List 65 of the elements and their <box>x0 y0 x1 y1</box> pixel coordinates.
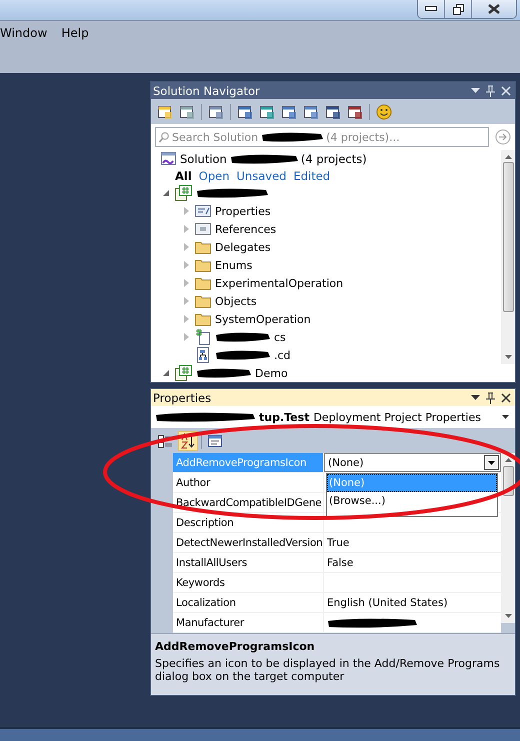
menu-item[interactable]: Help <box>61 25 89 41</box>
minimize-icon[interactable] <box>425 6 437 12</box>
tree-item[interactable]: cs <box>274 330 286 344</box>
solution-label[interactable]: Solution <box>180 152 227 166</box>
restore-icon[interactable] <box>452 4 464 14</box>
dropdown-arrow-icon[interactable] <box>488 460 495 464</box>
csharp-project-icon <box>175 185 192 201</box>
property-value: English (United States) <box>327 596 448 608</box>
solution-icon <box>161 150 177 166</box>
search-placeholder: (4 projects)... <box>326 130 400 144</box>
tree-item[interactable]: SystemOperation <box>215 312 311 326</box>
diagram-file-icon <box>195 347 211 363</box>
tree-item[interactable]: References <box>215 222 276 236</box>
property-name[interactable]: BackwardCompatibleIDGene <box>173 493 324 512</box>
property-value: True <box>327 536 350 548</box>
expanded-arrow-icon[interactable] <box>162 369 170 377</box>
dropdown-arrow-icon[interactable] <box>502 415 509 419</box>
property-name[interactable]: DetectNewerInstalledVersion <box>173 533 324 552</box>
tree-item[interactable]: Demo <box>255 366 288 380</box>
property-value: False <box>327 556 354 568</box>
redaction-mark <box>230 152 298 164</box>
smiley-icon[interactable] <box>376 104 392 120</box>
folder-icon <box>195 240 211 254</box>
filter-link[interactable]: All <box>175 168 192 182</box>
tree-item[interactable]: .cd <box>274 348 291 362</box>
scroll-up-icon[interactable] <box>504 155 512 159</box>
filter-link[interactable]: Edited <box>293 168 330 182</box>
description-text: Specifies an icon to be displayed in the Add/Remove Programs dialog box on the target computer <box>155 657 501 683</box>
expanded-arrow-icon[interactable] <box>162 189 170 197</box>
filter-link[interactable]: Unsaved <box>236 168 286 182</box>
tree-item[interactable]: Properties <box>215 204 271 218</box>
project-count: (4 projects) <box>300 152 367 166</box>
close-icon[interactable] <box>501 392 511 402</box>
folder-icon <box>195 294 211 308</box>
panel-title: Solution Navigator <box>153 84 260 98</box>
value-dropdown[interactable]: (None) <box>324 453 501 472</box>
folder-icon <box>195 258 211 272</box>
tree-item[interactable]: Delegates <box>215 240 271 254</box>
tree-item[interactable]: ExperimentalOperation <box>215 276 344 290</box>
close-icon[interactable] <box>488 4 500 14</box>
scrollbar-thumb[interactable] <box>502 162 514 312</box>
dropdown-arrow-icon[interactable] <box>471 394 480 400</box>
tree-item[interactable]: Enums <box>215 258 252 272</box>
folder-icon <box>195 276 211 290</box>
property-name[interactable]: InstallAllUsers <box>173 553 324 572</box>
menu-item[interactable]: Window <box>0 25 48 41</box>
tree-item[interactable]: Objects <box>215 294 257 308</box>
scroll-down-icon[interactable] <box>504 614 512 618</box>
search-icon <box>159 132 169 142</box>
scroll-up-icon[interactable] <box>504 458 512 462</box>
folder-icon <box>195 312 211 326</box>
pin-icon[interactable] <box>486 392 495 404</box>
scroll-down-icon[interactable] <box>504 355 512 359</box>
panel-title: Properties <box>153 390 212 404</box>
object-name: tup.Test <box>259 410 310 424</box>
dropdown-option[interactable]: (Browse...) <box>327 492 497 510</box>
object-type: Deployment Project Properties <box>313 410 481 424</box>
redaction-mark <box>261 131 324 143</box>
description-title: AddRemoveProgramsIcon <box>155 640 316 653</box>
filter-link[interactable]: Open <box>198 168 230 182</box>
references-icon <box>195 222 211 236</box>
property-name[interactable]: Author <box>173 473 324 492</box>
csharp-file-icon <box>195 329 211 345</box>
search-placeholder: Search Solution <box>172 130 258 144</box>
property-name[interactable]: Localization <box>173 593 324 612</box>
